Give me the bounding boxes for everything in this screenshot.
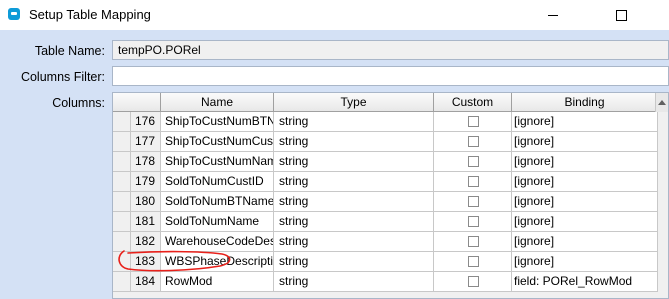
grid-header-binding[interactable]: Binding: [512, 93, 658, 112]
binding-cell[interactable]: field: PORel_RowMod: [512, 272, 658, 292]
binding-cell[interactable]: [ignore]: [512, 252, 658, 272]
custom-cell[interactable]: [434, 172, 512, 192]
grid-header-custom[interactable]: Custom: [434, 93, 512, 112]
column-name-cell[interactable]: SoldToNumCustID: [161, 172, 274, 192]
column-type-cell[interactable]: string: [274, 212, 434, 232]
binding-cell[interactable]: [ignore]: [512, 132, 658, 152]
custom-cell[interactable]: [434, 152, 512, 172]
columns-label: Columns:: [52, 96, 105, 110]
table-row[interactable]: 184 RowMod string field: PORel_RowMod: [113, 272, 658, 292]
table-row[interactable]: 178 ShipToCustNumNam string [ignore]: [113, 152, 658, 172]
table-row[interactable]: 179 SoldToNumCustID string [ignore]: [113, 172, 658, 192]
custom-cell[interactable]: [434, 132, 512, 152]
binding-cell[interactable]: [ignore]: [512, 232, 658, 252]
column-type-cell[interactable]: string: [274, 172, 434, 192]
grid-header-rownum: [113, 93, 161, 112]
table-row[interactable]: 177 ShipToCustNumCust string [ignore]: [113, 132, 658, 152]
custom-checkbox[interactable]: [468, 156, 479, 167]
columns-filter-label: Columns Filter:: [20, 70, 105, 84]
custom-checkbox[interactable]: [468, 136, 479, 147]
table-row[interactable]: 182 WarehouseCodeDes string [ignore]: [113, 232, 658, 252]
maximize-button[interactable]: [598, 0, 644, 30]
column-name-cell[interactable]: ShipToCustNumCust: [161, 132, 274, 152]
custom-checkbox[interactable]: [468, 196, 479, 207]
custom-checkbox[interactable]: [468, 216, 479, 227]
custom-checkbox[interactable]: [468, 176, 479, 187]
column-type-cell[interactable]: string: [274, 152, 434, 172]
maximize-icon: [615, 9, 627, 21]
table-row[interactable]: 181 SoldToNumName string [ignore]: [113, 212, 658, 232]
row-selector[interactable]: [113, 172, 131, 192]
custom-cell[interactable]: [434, 232, 512, 252]
row-number: 176: [131, 112, 161, 132]
table-row[interactable]: 176 ShipToCustNumBTN string [ignore]: [113, 112, 658, 132]
mapping-form: Table Name: tempPO.PORel Columns Filter:…: [0, 30, 669, 299]
custom-cell[interactable]: [434, 252, 512, 272]
grid-header-type[interactable]: Type: [274, 93, 434, 112]
column-type-cell[interactable]: string: [274, 192, 434, 212]
column-name-cell[interactable]: ShipToCustNumNam: [161, 152, 274, 172]
minimize-icon: [548, 14, 558, 16]
binding-cell[interactable]: [ignore]: [512, 112, 658, 132]
row-selector[interactable]: [113, 232, 131, 252]
grid-header-name[interactable]: Name: [161, 93, 274, 112]
minimize-button[interactable]: [530, 0, 576, 30]
column-type-cell[interactable]: string: [274, 272, 434, 292]
custom-checkbox[interactable]: [468, 276, 479, 287]
column-name-cell[interactable]: SoldToNumName: [161, 212, 274, 232]
column-name-cell[interactable]: RowMod: [161, 272, 274, 292]
custom-cell[interactable]: [434, 272, 512, 292]
scroll-up-arrow-icon[interactable]: [655, 93, 668, 112]
row-number: 183: [131, 252, 161, 272]
row-selector[interactable]: [113, 152, 131, 172]
row-selector[interactable]: [113, 132, 131, 152]
custom-checkbox[interactable]: [468, 256, 479, 267]
column-name-cell[interactable]: SoldToNumBTName: [161, 192, 274, 212]
binding-cell[interactable]: [ignore]: [512, 192, 658, 212]
row-number: 180: [131, 192, 161, 212]
column-type-cell[interactable]: string: [274, 252, 434, 272]
column-type-cell[interactable]: string: [274, 132, 434, 152]
row-number: 179: [131, 172, 161, 192]
binding-cell[interactable]: [ignore]: [512, 172, 658, 192]
custom-checkbox[interactable]: [468, 116, 479, 127]
custom-cell[interactable]: [434, 212, 512, 232]
row-selector[interactable]: [113, 252, 131, 272]
row-number: 178: [131, 152, 161, 172]
custom-cell[interactable]: [434, 192, 512, 212]
row-number: 181: [131, 212, 161, 232]
binding-cell[interactable]: [ignore]: [512, 152, 658, 172]
table-name-label: Table Name:: [34, 44, 105, 58]
columns-grid[interactable]: Name Type Custom Binding 176 ShipToCustNu…: [112, 92, 669, 299]
column-name-cell[interactable]: ShipToCustNumBTN: [161, 112, 274, 132]
column-type-cell[interactable]: string: [274, 232, 434, 252]
column-type-cell[interactable]: string: [274, 112, 434, 132]
table-name-field[interactable]: tempPO.PORel: [112, 40, 669, 60]
row-selector[interactable]: [113, 112, 131, 132]
binding-cell[interactable]: [ignore]: [512, 212, 658, 232]
row-number: 177: [131, 132, 161, 152]
row-selector[interactable]: [113, 192, 131, 212]
window-title: Setup Table Mapping: [29, 7, 151, 22]
app-icon: [8, 8, 20, 20]
custom-checkbox[interactable]: [468, 236, 479, 247]
column-name-cell[interactable]: WBSPhaseDescripti: [161, 252, 274, 272]
table-row[interactable]: 183 WBSPhaseDescripti string [ignore]: [113, 252, 658, 272]
custom-cell[interactable]: [434, 112, 512, 132]
column-name-cell[interactable]: WarehouseCodeDes: [161, 232, 274, 252]
row-number: 182: [131, 232, 161, 252]
columns-filter-input[interactable]: [112, 66, 669, 86]
row-selector[interactable]: [113, 212, 131, 232]
title-bar: Setup Table Mapping: [0, 0, 669, 30]
table-row[interactable]: 180 SoldToNumBTName string [ignore]: [113, 192, 658, 212]
row-number: 184: [131, 272, 161, 292]
row-selector[interactable]: [113, 272, 131, 292]
